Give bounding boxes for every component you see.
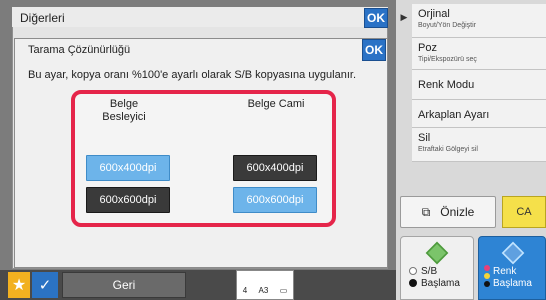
exposure-label: Poz — [418, 42, 437, 54]
erase-sublabel: Etraftaki Gölgeyi sil — [418, 146, 478, 153]
color-start-line2: Başlama — [493, 278, 532, 289]
erase-label: Sil — [418, 132, 431, 144]
glass-600x400-button[interactable]: 600x400dpi — [233, 155, 317, 181]
black-dot-icon — [484, 281, 490, 287]
bw-radio-icon — [409, 267, 417, 275]
exposure-button[interactable]: Poz Tipi/Ekspozürü seç — [412, 38, 546, 70]
check-icon: ✓ — [38, 277, 52, 294]
back-label: Geri — [112, 278, 136, 292]
color-mode-button[interactable]: Renk Modu — [412, 70, 546, 100]
bw-dot-icon — [409, 279, 417, 287]
background-adjust-label: Arkaplan Ayarı — [418, 109, 490, 121]
original-label: Orjinal — [418, 8, 450, 20]
color-start-button[interactable]: Renk Başlama — [478, 236, 546, 300]
favorite-star-button[interactable]: ★ — [8, 272, 30, 298]
bw-start-button[interactable]: S/B Başlama — [400, 236, 474, 300]
feeder-600x400-button[interactable]: 600x400dpi — [86, 155, 170, 181]
erase-button[interactable]: Sil Etraftaki Gölgeyi sil — [412, 128, 546, 162]
exposure-sublabel: Tipi/Ekspozürü seç — [418, 56, 477, 63]
background-adjust-button[interactable]: Arkaplan Ayarı — [412, 100, 546, 128]
ca-label: CA — [516, 206, 532, 218]
original-button[interactable]: Orjinal Boyut/Yön Değiştir — [412, 4, 546, 38]
others-ok-button[interactable]: OK — [364, 8, 388, 28]
preview-label: Önizle — [440, 205, 475, 219]
magenta-dot-icon — [484, 265, 490, 271]
glass-600x600-button[interactable]: 600x600dpi — [233, 187, 317, 213]
bw-start-line2: Başlama — [421, 278, 460, 289]
tray-icon: ▭ — [279, 286, 288, 295]
feeder-600x600-button[interactable]: 600x600dpi — [86, 187, 170, 213]
start-diamond-icon — [501, 241, 525, 265]
color-start-line1: Renk — [493, 266, 517, 277]
check-button[interactable]: ✓ — [32, 272, 58, 298]
others-dialog-title: Diğerleri — [12, 7, 388, 27]
original-sublabel: Boyut/Yön Değiştir — [418, 22, 476, 29]
copy-counter: 4 A3 ▭ — [236, 270, 294, 300]
scan-resolution-title: Tarama Çözünürlüğü — [28, 44, 131, 56]
preview-icon: ⧉ — [421, 204, 431, 219]
start-diamond-icon — [425, 241, 449, 265]
document-feeder-header: Belge Besleyici — [102, 98, 146, 123]
star-icon: ★ — [11, 277, 27, 294]
scan-resolution-ok-button[interactable]: OK — [362, 39, 386, 61]
counter-paper: A3 — [258, 286, 269, 295]
arrow-icon: ▶ — [400, 12, 408, 22]
document-glass-header: Belge Cami — [247, 98, 305, 110]
scan-resolution-description: Bu ayar, kopya oranı %100'e ayarlı olara… — [28, 69, 357, 81]
preview-button[interactable]: ⧉ Önizle — [400, 196, 496, 228]
yellow-dot-icon — [484, 273, 490, 279]
bw-start-line1: S/B — [421, 266, 438, 277]
ca-button[interactable]: CA — [502, 196, 546, 228]
counter-number: 4 — [242, 286, 248, 295]
bottom-bar — [0, 270, 396, 300]
back-button[interactable]: Geri — [62, 272, 186, 298]
color-mode-label: Renk Modu — [418, 79, 475, 91]
